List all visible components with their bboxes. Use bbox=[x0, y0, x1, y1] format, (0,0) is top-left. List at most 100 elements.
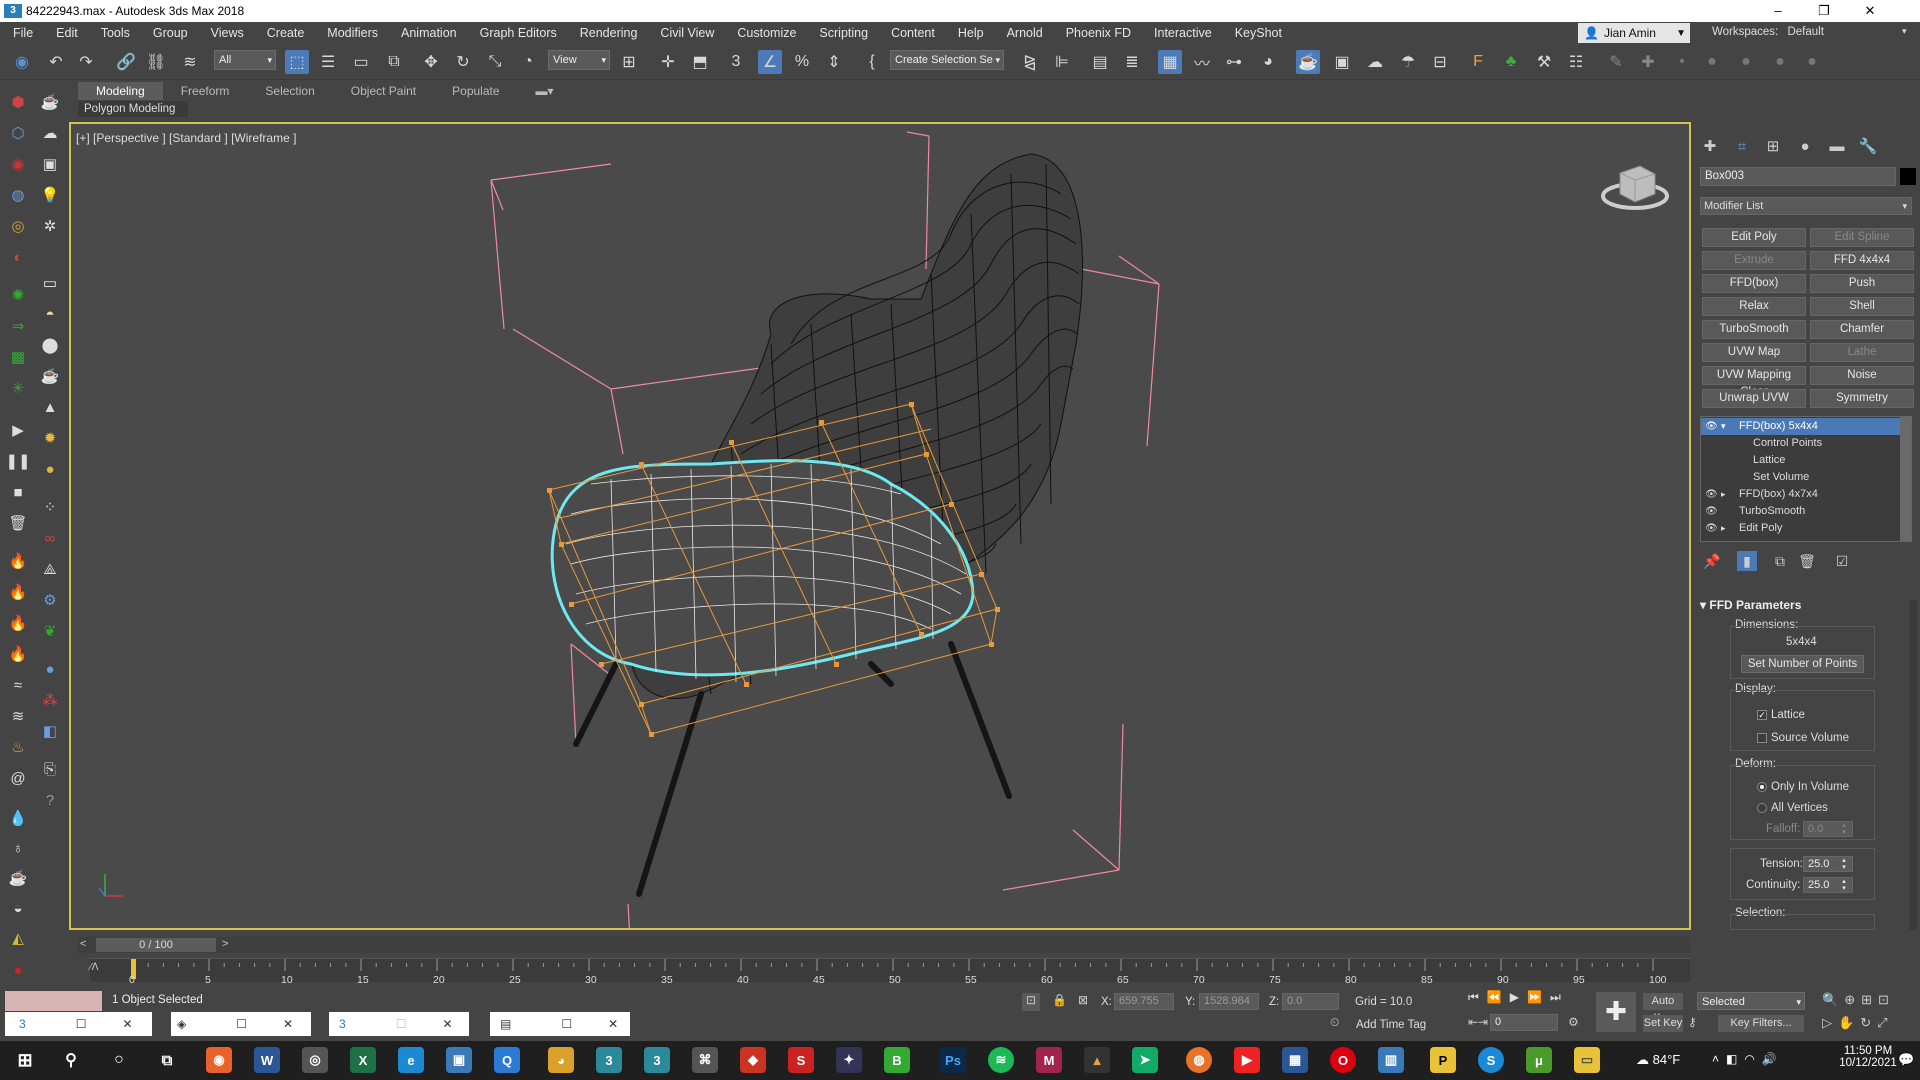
stack-modifier-row[interactable]: 👁 TurboSmooth bbox=[1701, 503, 1901, 520]
plus-icon[interactable]: ✚ bbox=[1636, 50, 1660, 74]
percent-snap-icon[interactable]: % bbox=[790, 50, 814, 74]
camera-icon[interactable]: ▣ bbox=[38, 152, 62, 176]
zoom-all-icon[interactable]: ⊕ bbox=[1844, 992, 1861, 1007]
ribbon-toggle-icon[interactable]: ▦ bbox=[1158, 50, 1182, 74]
modifier-button[interactable]: Extrude bbox=[1702, 251, 1806, 270]
close-icon[interactable]: ✕ bbox=[442, 1017, 452, 1031]
workspaces-selector[interactable]: Workspaces: Default ▾ bbox=[1712, 26, 1907, 38]
visibility-eye-icon[interactable]: 👁 bbox=[1705, 418, 1718, 435]
maximize-viewport-icon[interactable]: ⤢ bbox=[1877, 1015, 1893, 1030]
spotify-icon[interactable]: ≋ bbox=[988, 1047, 1014, 1073]
set-number-of-points-button[interactable]: Set Number of Points bbox=[1741, 655, 1864, 673]
app-icon[interactable]: P bbox=[1430, 1047, 1456, 1073]
create-panel-icon[interactable]: ✚ bbox=[1699, 136, 1721, 158]
close-icon[interactable]: ✕ bbox=[122, 1017, 132, 1031]
3dsmax-taskbar-icon-2[interactable]: 3 bbox=[644, 1047, 670, 1073]
link-icon[interactable]: 🔗 bbox=[114, 50, 138, 74]
fire-icon[interactable]: 🔥 bbox=[6, 580, 30, 604]
modify-panel-icon[interactable]: ⌗ bbox=[1731, 136, 1753, 158]
opera-icon[interactable]: O bbox=[1330, 1047, 1356, 1073]
modifier-button[interactable]: Shell bbox=[1810, 297, 1914, 316]
show-end-result-icon[interactable]: ▮ bbox=[1737, 551, 1757, 571]
material-editor-icon[interactable]: ◕ bbox=[1256, 50, 1280, 74]
x-coordinate-field[interactable]: 659.755 bbox=[1114, 993, 1174, 1010]
key-filters-button[interactable]: Key Filters... bbox=[1718, 1015, 1804, 1032]
viewport-label[interactable]: [+] [Perspective ] [Standard ] [Wirefram… bbox=[76, 131, 296, 145]
railclone-icon[interactable]: ♣ bbox=[1499, 50, 1523, 74]
edit-named-selection-icon[interactable]: { bbox=[860, 50, 884, 74]
object-name-field[interactable]: Box003 bbox=[1700, 167, 1896, 186]
app-icon[interactable]: ▲ bbox=[1084, 1047, 1110, 1073]
key-mode-toggle-icon[interactable]: ⇤⇥ bbox=[1468, 1015, 1488, 1029]
restore-icon[interactable]: ☐ bbox=[396, 1017, 407, 1031]
perspective-viewport[interactable] bbox=[69, 122, 1691, 930]
all-vertices-radio[interactable] bbox=[1757, 803, 1767, 813]
menu-scripting[interactable]: Scripting bbox=[806, 26, 878, 40]
remove-modifier-icon[interactable]: 🗑 bbox=[1797, 551, 1817, 571]
scene-explorer-icon[interactable]: ▤ bbox=[1088, 50, 1112, 74]
modifier-button[interactable]: FFD 4x4x4 bbox=[1810, 251, 1914, 270]
bowl-icon[interactable]: ◒ bbox=[6, 896, 30, 920]
clock[interactable]: 11:50 PM 10/12/2021 bbox=[1838, 1045, 1898, 1069]
modifier-list-dropdown[interactable]: Modifier List ▾ bbox=[1700, 197, 1912, 215]
previous-frame-icon[interactable]: ⏪ bbox=[1487, 990, 1510, 1004]
modifier-stack-scrollbar[interactable] bbox=[1900, 417, 1911, 541]
grid-icon[interactable]: ▩ bbox=[6, 345, 30, 369]
select-by-name-icon[interactable]: ☰ bbox=[316, 50, 340, 74]
fire-icon[interactable]: 🔥 bbox=[6, 611, 30, 635]
add-time-tag-button[interactable]: Add Time Tag bbox=[1356, 1019, 1426, 1031]
excel-icon[interactable]: X bbox=[350, 1047, 376, 1073]
field-of-view-icon[interactable]: ▷ bbox=[1822, 1015, 1838, 1030]
unlink-icon[interactable]: ⛓ bbox=[144, 50, 168, 74]
menu-help[interactable]: Help bbox=[945, 26, 994, 40]
disc-icon[interactable]: ● bbox=[38, 457, 62, 481]
modifier-button[interactable]: TurboSmooth bbox=[1702, 320, 1806, 339]
tools-icon[interactable]: ⚒ bbox=[1532, 50, 1556, 74]
sun-icon[interactable]: ✹ bbox=[38, 426, 62, 450]
modifier-button[interactable]: UVW Mapping Clear bbox=[1702, 366, 1806, 398]
tab-populate[interactable]: Populate bbox=[434, 82, 517, 100]
play-icon[interactable]: ▶ bbox=[6, 418, 30, 442]
dome-icon[interactable]: ◓ bbox=[38, 302, 62, 326]
keyboard-shortcut-override-icon[interactable]: ⬒ bbox=[688, 50, 712, 74]
select-object-icon[interactable]: ⬚ bbox=[285, 50, 309, 74]
angle-snap-icon[interactable]: ∠ bbox=[758, 50, 782, 74]
only-in-volume-radio[interactable] bbox=[1757, 782, 1767, 792]
spacewarps-icon[interactable]: ◎ bbox=[6, 214, 30, 238]
command-panel-scrollbar[interactable] bbox=[1909, 600, 1917, 930]
drop-icon[interactable]: 💧 bbox=[6, 806, 30, 830]
photoshop-icon[interactable]: Ps bbox=[940, 1047, 966, 1073]
configure-modifier-sets-icon[interactable]: ☑ bbox=[1832, 551, 1852, 571]
shapes-icon[interactable]: ⬡ bbox=[6, 121, 30, 145]
rect-selection-icon[interactable]: ▭ bbox=[349, 50, 373, 74]
wifi-icon[interactable]: ◠ bbox=[1744, 1052, 1761, 1066]
word-icon[interactable]: W bbox=[254, 1047, 280, 1073]
menu-civil-view[interactable]: Civil View bbox=[647, 26, 724, 40]
lights-icon[interactable]: ◉ bbox=[6, 152, 30, 176]
z-coordinate-field[interactable]: 0.0 bbox=[1282, 993, 1339, 1010]
calc-icon[interactable]: ▥ bbox=[1378, 1047, 1404, 1073]
time-slider[interactable]: 0 / 100 bbox=[96, 938, 216, 952]
clip-icon[interactable]: ⎘ bbox=[38, 757, 62, 781]
search-icon[interactable]: ⚲ bbox=[58, 1047, 84, 1073]
menu-customize[interactable]: Customize bbox=[724, 26, 806, 40]
sphere-icon[interactable]: ● bbox=[1800, 50, 1824, 74]
motion-panel-icon[interactable]: ● bbox=[1794, 136, 1816, 158]
file-explorer-icon[interactable]: ▭ bbox=[1574, 1047, 1600, 1073]
expand-arrow-icon[interactable]: ▾ bbox=[1721, 418, 1726, 435]
zoom-icon[interactable]: 🔍 bbox=[1822, 992, 1844, 1007]
lattice-checkbox[interactable]: ✓ bbox=[1757, 710, 1767, 720]
fire-icon[interactable]: 🔥 bbox=[6, 549, 30, 573]
snaps-toggle-icon[interactable]: 3 bbox=[724, 50, 748, 74]
play-icon[interactable]: ▶ bbox=[1510, 990, 1527, 1004]
youtube-icon[interactable]: ▶ bbox=[1234, 1047, 1260, 1073]
tension-spinner[interactable]: 25.0 bbox=[1803, 856, 1853, 872]
light-bulb-icon[interactable]: 💡 bbox=[38, 183, 62, 207]
speaker-icon[interactable]: 🔊 bbox=[1762, 1052, 1784, 1066]
menu-file[interactable]: File bbox=[0, 26, 43, 40]
selection-filter-dropdown[interactable]: All bbox=[214, 50, 276, 70]
key-mode-dropdown[interactable]: Selected bbox=[1697, 992, 1805, 1011]
mirror-icon[interactable]: ⧎ bbox=[1018, 50, 1042, 74]
menu-views[interactable]: Views bbox=[198, 26, 254, 40]
modifier-button[interactable]: Edit Poly bbox=[1702, 228, 1806, 247]
